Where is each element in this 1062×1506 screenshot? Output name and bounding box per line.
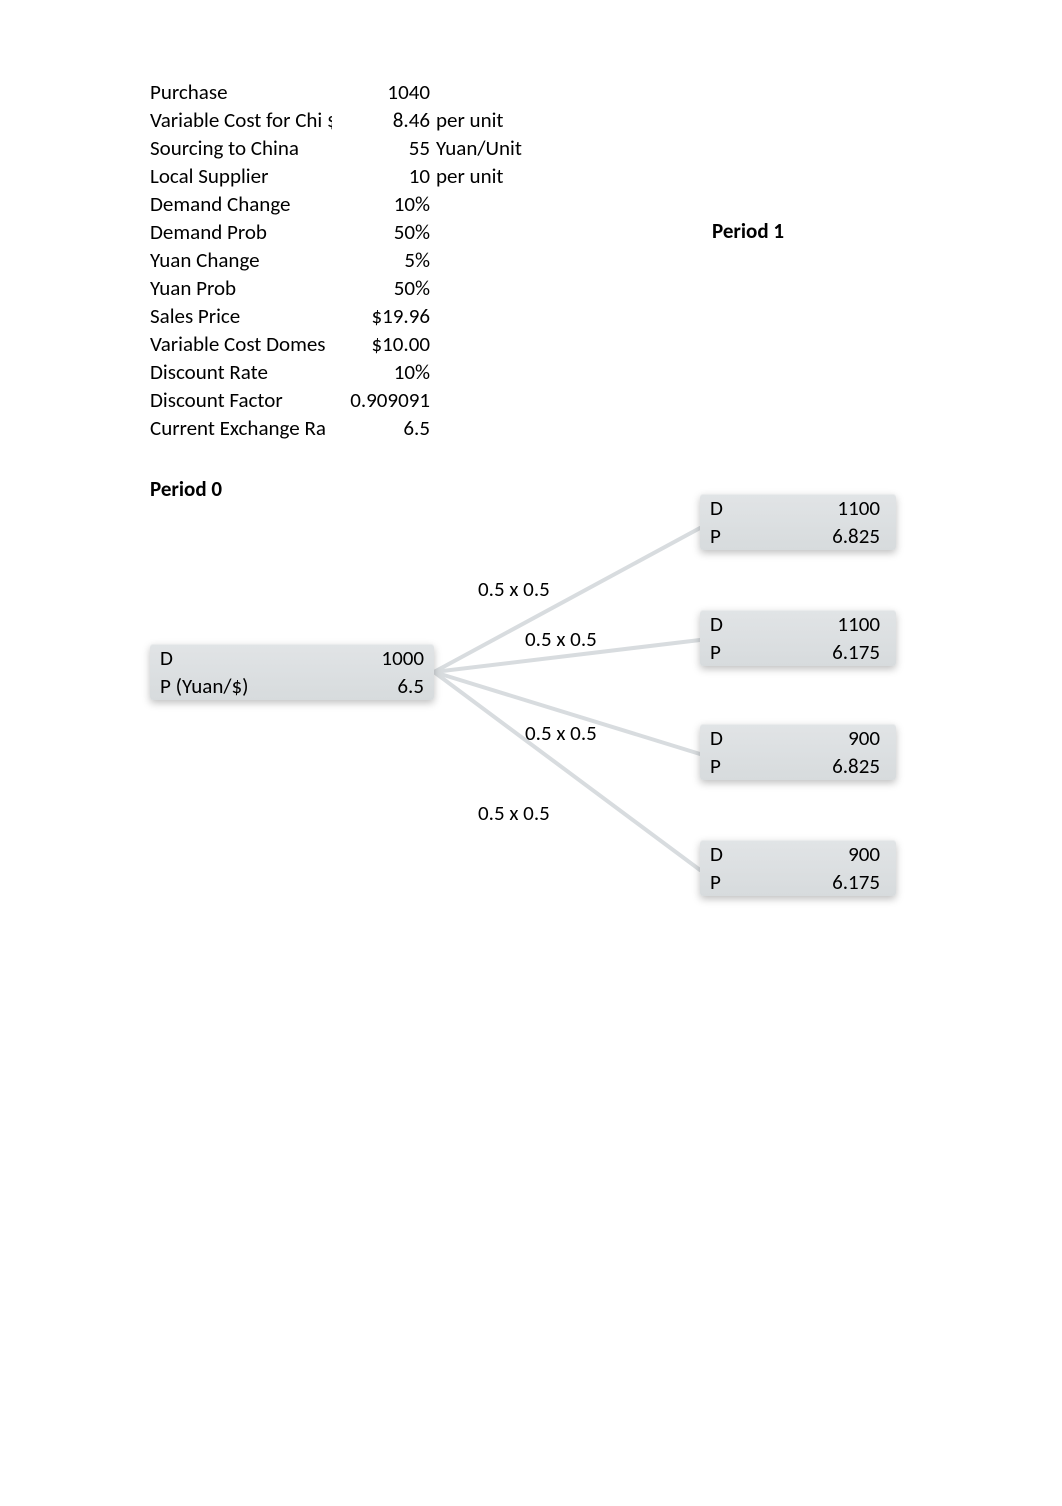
- node-d-value: 900: [770, 725, 880, 751]
- branch-prob-2: 0.5 x 0.5: [525, 626, 597, 652]
- param-row: Demand Prob 50%: [150, 218, 522, 246]
- node-d-value: 1100: [770, 495, 880, 521]
- param-label: Discount Factor: [150, 387, 332, 413]
- param-value: $10.00: [332, 331, 430, 357]
- node-row-d: D 900: [700, 840, 896, 868]
- node-d-value: 1100: [770, 611, 880, 637]
- node-p-value: 6.5: [270, 673, 424, 699]
- node-p-label: P: [710, 869, 770, 895]
- param-value: 55: [332, 135, 430, 161]
- param-label: Yuan Change: [150, 247, 332, 273]
- param-label: Discount Rate: [150, 359, 332, 385]
- node-d-label: D: [160, 645, 270, 671]
- node-p-label: P: [710, 753, 770, 779]
- param-value: 10: [332, 163, 430, 189]
- node-p-value: 6.825: [770, 523, 880, 549]
- param-label: Local Supplier: [150, 163, 332, 189]
- param-value: 6.5: [332, 415, 430, 441]
- param-value: 8.46: [332, 107, 430, 133]
- node-d-label: D: [710, 495, 770, 521]
- parameter-table: Purchase 1040 Variable Cost for Chi $ 8.…: [150, 78, 522, 442]
- node-row-p: P 6.825: [700, 522, 896, 550]
- node-p-label: P (Yuan/$): [160, 673, 270, 699]
- param-row: Yuan Change 5%: [150, 246, 522, 274]
- period1-node-4: D 900 P 6.175: [700, 840, 896, 896]
- param-row: Sourcing to China 55 Yuan/Unit: [150, 134, 522, 162]
- node-row-p: P 6.175: [700, 868, 896, 896]
- period1-node-1: D 1100 P 6.825: [700, 494, 896, 550]
- period1-node-2: D 1100 P 6.175: [700, 610, 896, 666]
- param-unit: per unit: [430, 163, 503, 189]
- node-p-value: 6.825: [770, 753, 880, 779]
- node-d-label: D: [710, 841, 770, 867]
- node-row-d: D 1100: [700, 494, 896, 522]
- branch-prob-4: 0.5 x 0.5: [478, 800, 550, 826]
- node-d-label: D: [710, 611, 770, 637]
- param-row: Sales Price $19.96: [150, 302, 522, 330]
- param-label: Current Exchange Ra: [150, 415, 332, 441]
- param-label: Purchase: [150, 79, 332, 105]
- param-label: Sales Price: [150, 303, 332, 329]
- period0-node: D 1000 P (Yuan/$) 6.5: [150, 644, 434, 700]
- param-label: Sourcing to China: [150, 135, 332, 161]
- param-row: Variable Cost for Chi $ 8.46 per unit: [150, 106, 522, 134]
- period1-heading: Period 1: [712, 218, 784, 244]
- branch-prob-1: 0.5 x 0.5: [478, 576, 550, 602]
- node-row-d: D 1000: [150, 644, 434, 672]
- period0-heading: Period 0: [150, 476, 222, 502]
- period1-node-3: D 900 P 6.825: [700, 724, 896, 780]
- node-p-label: P: [710, 639, 770, 665]
- param-row: Current Exchange Ra 6.5: [150, 414, 522, 442]
- node-p-value: 6.175: [770, 639, 880, 665]
- param-row: Discount Factor 0.909091: [150, 386, 522, 414]
- node-d-value: 1000: [270, 645, 424, 671]
- param-value: 10%: [332, 191, 430, 217]
- node-p-value: 6.175: [770, 869, 880, 895]
- node-p-label: P: [710, 523, 770, 549]
- node-d-value: 900: [770, 841, 880, 867]
- node-row-p: P 6.825: [700, 752, 896, 780]
- param-row: Variable Cost Domes $10.00: [150, 330, 522, 358]
- node-row-p: P 6.175: [700, 638, 896, 666]
- node-row-d: D 900: [700, 724, 896, 752]
- param-value: 50%: [332, 275, 430, 301]
- node-row-d: D 1100: [700, 610, 896, 638]
- param-unit: Yuan/Unit: [430, 135, 522, 161]
- node-row-p: P (Yuan/$) 6.5: [150, 672, 434, 700]
- param-label: Variable Cost Domes: [150, 331, 332, 357]
- param-value: 0.909091: [332, 387, 430, 413]
- param-value: 10%: [332, 359, 430, 385]
- param-unit: per unit: [430, 107, 503, 133]
- param-row: Discount Rate 10%: [150, 358, 522, 386]
- node-d-label: D: [710, 725, 770, 751]
- param-value: $19.96: [332, 303, 430, 329]
- param-label: Yuan Prob: [150, 275, 332, 301]
- param-label: Variable Cost for Chi $: [150, 107, 332, 133]
- param-row: Demand Change 10%: [150, 190, 522, 218]
- param-label: Demand Prob: [150, 219, 332, 245]
- param-row: Yuan Prob 50%: [150, 274, 522, 302]
- param-value: 1040: [332, 79, 430, 105]
- param-row: Purchase 1040: [150, 78, 522, 106]
- param-label: Demand Change: [150, 191, 332, 217]
- param-row: Local Supplier 10 per unit: [150, 162, 522, 190]
- param-value: 50%: [332, 219, 430, 245]
- branch-prob-3: 0.5 x 0.5: [525, 720, 597, 746]
- param-value: 5%: [332, 247, 430, 273]
